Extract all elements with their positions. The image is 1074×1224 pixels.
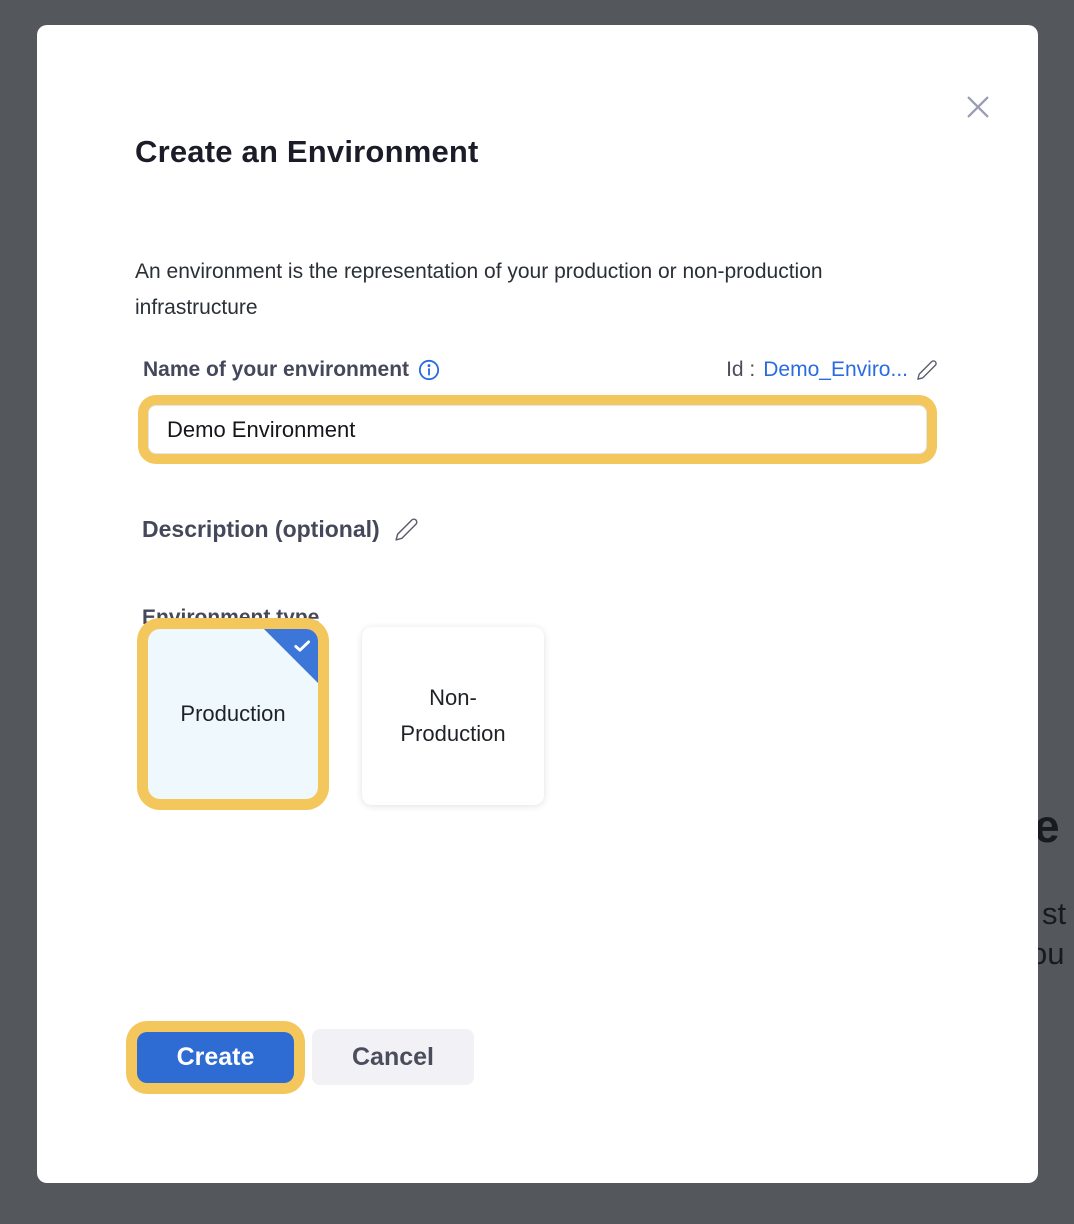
screen-overlay: e st ou Create an Environment An environ… <box>0 0 1074 1224</box>
card-label: Non-Production <box>390 680 516 752</box>
close-button[interactable] <box>960 89 996 125</box>
environment-type-card-non-production[interactable]: Non-Production <box>362 627 544 805</box>
info-icon[interactable] <box>418 359 440 381</box>
environment-id-link[interactable]: Demo_Enviro... <box>763 358 908 382</box>
edit-id-pencil-icon[interactable] <box>916 359 938 381</box>
environment-type-card-production[interactable]: Production <box>148 629 318 799</box>
environment-type-label: Environment type <box>142 606 319 630</box>
dialog-description: An environment is the representation of … <box>135 254 835 326</box>
occluded-text-fragment: st <box>1042 896 1066 932</box>
check-icon <box>292 636 312 656</box>
description-section: Description (optional) <box>142 516 419 543</box>
name-field-label-text: Name of your environment <box>143 358 409 382</box>
create-button[interactable]: Create <box>137 1032 294 1083</box>
dialog-title: Create an Environment <box>135 134 479 170</box>
description-label: Description (optional) <box>142 516 380 543</box>
environment-id: Id : Demo_Enviro... <box>726 358 938 382</box>
cancel-button[interactable]: Cancel <box>312 1029 474 1085</box>
edit-description-pencil-icon[interactable] <box>394 517 419 542</box>
card-label: Production <box>180 701 285 727</box>
close-icon <box>962 91 994 123</box>
name-label-row: Name of your environment Id : Demo_Envir… <box>143 358 943 386</box>
environment-name-input[interactable] <box>148 405 927 454</box>
name-field-label: Name of your environment <box>143 358 440 382</box>
id-prefix-label: Id : <box>726 358 755 382</box>
create-environment-dialog: Create an Environment An environment is … <box>37 25 1038 1183</box>
